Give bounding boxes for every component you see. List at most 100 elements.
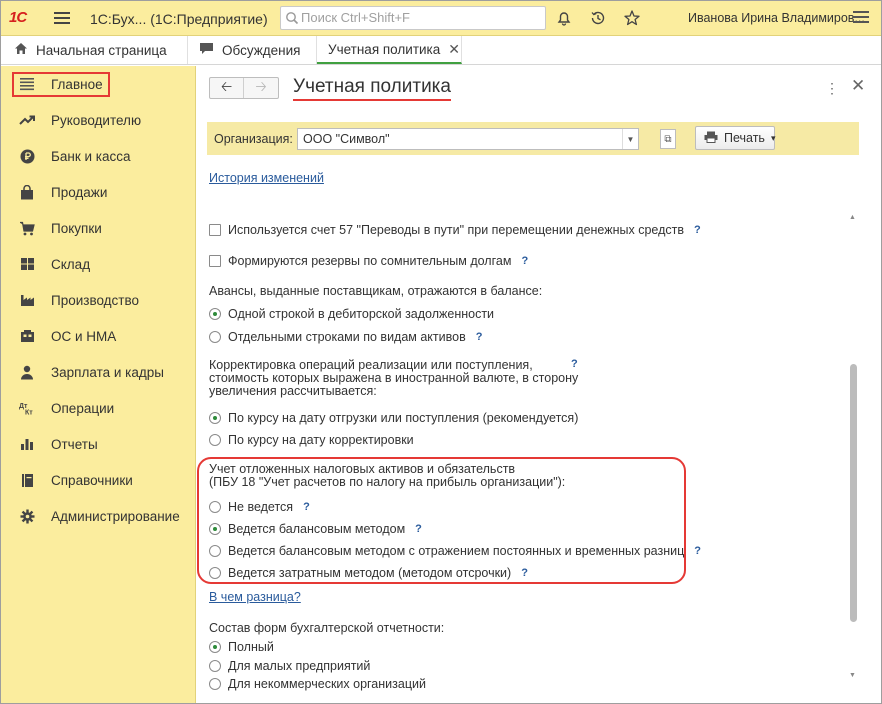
chevron-down-icon[interactable]: ▼	[622, 129, 638, 149]
sidebar-item-administration[interactable]: Администрирование	[0, 501, 196, 531]
reports-heading: Состав форм бухгалтерской отчетности:	[209, 621, 445, 635]
main-menu-icon[interactable]	[54, 12, 70, 24]
radio-button[interactable]	[209, 641, 221, 653]
tab-label: Обсуждения	[222, 42, 301, 58]
page-title: Учетная политика	[293, 76, 451, 101]
sidebar-item-fixed-assets[interactable]: ОС и НМА	[0, 321, 196, 351]
sidebar-item-label: Покупки	[51, 220, 102, 236]
option-label: Формируются резервы по сомнительным долг…	[228, 254, 512, 268]
sidebar-item-label: Операции	[51, 400, 115, 416]
radio-button[interactable]	[209, 434, 221, 446]
sidebar-item-label: Руководителю	[51, 112, 142, 128]
checkbox[interactable]	[209, 224, 221, 236]
star-icon[interactable]	[623, 9, 641, 27]
chevron-down-icon: ▾	[770, 132, 776, 143]
sidebar-item-bank[interactable]: Банк и касса	[0, 141, 196, 171]
close-icon[interactable]: ✕	[851, 76, 865, 96]
settings-menu-icon[interactable]	[853, 11, 869, 26]
sidebar-item-label: Справочники	[51, 472, 133, 488]
search-input[interactable]	[301, 10, 541, 25]
radio-correction-shipment[interactable]: По курсу на дату отгрузки или поступлени…	[209, 411, 578, 425]
more-actions-icon[interactable]: ⋮	[825, 80, 839, 97]
sidebar-item-label: Банк и касса	[51, 148, 131, 164]
sidebar-item-operations[interactable]: Дт Кт Операции	[0, 393, 196, 423]
vertical-scrollbar[interactable]: ▲ ▼	[849, 214, 858, 688]
sidebar-item-production[interactable]: Производство	[0, 285, 196, 315]
checkbox[interactable]	[209, 255, 221, 267]
help-icon[interactable]: ?	[476, 331, 483, 343]
sidebar: Главное Руководителю Банк и касса Продаж…	[0, 66, 196, 704]
sidebar-item-manager[interactable]: Руководителю	[0, 105, 196, 135]
tab-accounting-policy[interactable]: Учетная политика ✕	[317, 36, 462, 64]
chat-icon	[199, 42, 214, 58]
sidebar-item-directories[interactable]: Справочники	[0, 465, 196, 495]
printer-icon	[704, 131, 718, 146]
forward-button[interactable]: 🡢	[244, 78, 278, 98]
print-button[interactable]: Печать ▾	[695, 126, 775, 150]
top-bar: 1С 1С:Бух... (1С:Предприятие) Иванова Ир…	[0, 0, 882, 36]
scroll-down-icon[interactable]: ▼	[849, 672, 856, 679]
search-box[interactable]	[280, 6, 546, 30]
assets-icon	[19, 328, 35, 344]
option-label: Для некоммерческих организаций	[228, 677, 426, 691]
history-link[interactable]: История изменений	[209, 171, 324, 185]
option-account-57[interactable]: Используется счет 57 "Переводы в пути" п…	[209, 223, 701, 237]
cart-icon	[19, 220, 35, 236]
trend-icon	[19, 112, 35, 128]
sidebar-item-sales[interactable]: Продажи	[0, 177, 196, 207]
tab-discussions[interactable]: Обсуждения	[188, 36, 317, 64]
option-reserves[interactable]: Формируются резервы по сомнительным долг…	[209, 254, 528, 268]
radio-button[interactable]	[209, 660, 221, 672]
bell-icon[interactable]	[555, 9, 573, 27]
organization-label: Организация:	[214, 132, 293, 146]
factory-icon	[19, 292, 35, 308]
help-icon[interactable]: ?	[694, 545, 701, 557]
radio-button[interactable]	[209, 308, 221, 320]
radio-reports-small[interactable]: Для малых предприятий	[209, 659, 370, 673]
organization-field[interactable]: ООО "Символ" ▼	[297, 128, 639, 150]
book-icon	[19, 472, 35, 488]
tab-home[interactable]: Начальная страница	[0, 36, 188, 64]
app-title: 1С:Бух... (1С:Предприятие)	[90, 11, 268, 27]
sidebar-item-label: Продажи	[51, 184, 108, 200]
person-icon	[19, 364, 35, 380]
dt-kt-icon: Дт Кт	[19, 400, 35, 416]
radio-advances-single[interactable]: Одной строкой в дебиторской задолженност…	[209, 307, 494, 321]
option-label: Отдельными строками по видам активов	[228, 330, 466, 344]
radio-advances-separate[interactable]: Отдельными строками по видам активов ?	[209, 330, 482, 344]
open-icon[interactable]: ⧉	[660, 129, 676, 149]
ruble-icon	[19, 148, 35, 164]
user-name[interactable]: Иванова Ирина Владимиров...	[688, 11, 865, 25]
radio-button[interactable]	[209, 678, 221, 690]
sidebar-item-salary[interactable]: Зарплата и кадры	[0, 357, 196, 387]
gear-icon	[19, 508, 35, 524]
radio-reports-nonprofit[interactable]: Для некоммерческих организаций	[209, 677, 426, 691]
option-label: По курсу на дату отгрузки или поступлени…	[228, 411, 579, 425]
logo-1c: 1С	[9, 9, 27, 26]
scroll-up-icon[interactable]: ▲	[849, 214, 856, 221]
help-icon[interactable]: ?	[571, 358, 578, 370]
search-icon	[286, 12, 299, 25]
radio-reports-full[interactable]: Полный	[209, 640, 274, 654]
sidebar-item-label: Зарплата и кадры	[51, 364, 164, 380]
radio-correction-adjustment[interactable]: По курсу на дату корректировки	[209, 433, 414, 447]
correction-heading: Корректировка операций реализации или по…	[209, 359, 578, 398]
sidebar-item-label: Отчеты	[51, 436, 98, 452]
help-icon[interactable]: ?	[521, 255, 528, 267]
print-label: Печать	[724, 131, 765, 145]
scrollbar-thumb[interactable]	[850, 364, 857, 622]
option-label: Полный	[228, 640, 274, 654]
close-tab-icon[interactable]: ✕	[448, 41, 460, 58]
sidebar-item-warehouse[interactable]: Склад	[0, 249, 196, 279]
radio-button[interactable]	[209, 412, 221, 424]
option-label: Используется счет 57 "Переводы в пути" п…	[228, 223, 684, 237]
help-icon[interactable]: ?	[694, 224, 701, 236]
radio-button[interactable]	[209, 331, 221, 343]
history-icon[interactable]	[589, 9, 607, 27]
sidebar-item-purchases[interactable]: Покупки	[0, 213, 196, 243]
sidebar-item-reports[interactable]: Отчеты	[0, 429, 196, 459]
form-area: 🡠 🡢 Учетная политика ⋮ ✕ Организация: ОО…	[197, 66, 882, 704]
back-button[interactable]: 🡠	[210, 78, 244, 98]
difference-link[interactable]: В чем разница?	[209, 590, 301, 604]
home-icon	[14, 42, 28, 58]
